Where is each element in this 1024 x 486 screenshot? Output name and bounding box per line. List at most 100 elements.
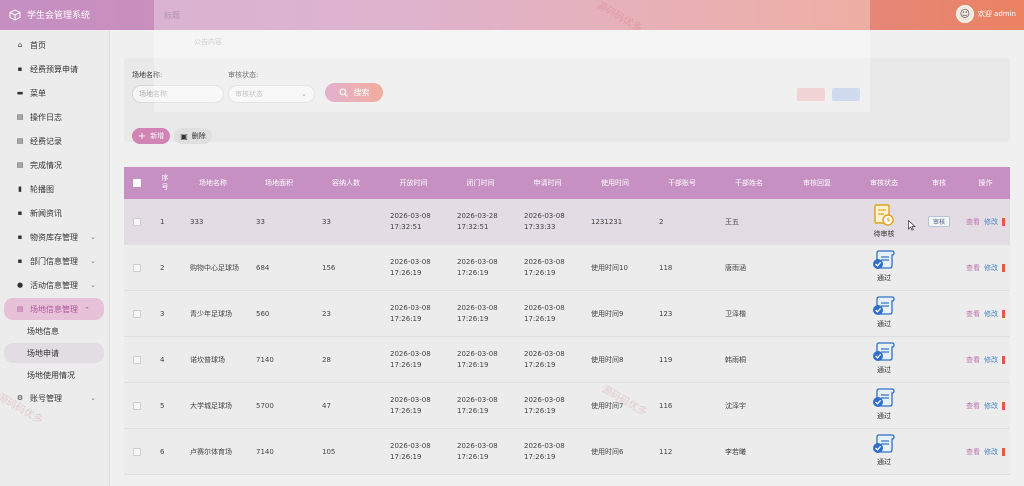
column-header: 审核 [917,167,961,199]
edit-link[interactable]: 修改 [984,447,998,458]
delete-link[interactable] [1002,264,1005,272]
complete-icon: ▤ [16,161,24,169]
view-link[interactable]: 查看 [966,263,980,274]
column-header: 申请时间 [514,167,581,199]
edit-link[interactable]: 修改 [984,217,998,228]
sidebar-item-6[interactable]: ▮ 轮播图 [0,178,110,200]
sidebar-item-7[interactable]: ▪ 新闻资讯 [0,202,110,224]
row-checkbox[interactable] [133,310,141,318]
delete-link[interactable] [1002,356,1005,364]
row-actions: 查看 修改 [966,291,1010,337]
row-checkbox[interactable] [133,402,141,410]
edit-link[interactable]: 修改 [984,401,998,412]
delete-button[interactable]: ▣ 删除 [174,128,212,144]
chevron-down-icon: ⌄ [90,257,96,265]
edit-link[interactable]: 修改 [984,263,998,274]
sidebar-item-1[interactable]: ▪ 经费预算申请 [0,58,110,80]
edit-link[interactable]: 修改 [984,309,998,320]
cell-area: 33 [256,217,265,226]
delete-link[interactable] [1002,310,1005,318]
checkbox-icon[interactable] [133,179,141,187]
cell-name: 青少年足球场 [190,309,232,318]
sidebar-subitem-1[interactable]: 场地申请 [4,343,104,363]
sidebar-item-label: 物资库存管理 [30,232,78,242]
sidebar-subitem-2[interactable]: 场地使用情况 [0,365,110,385]
edit-link[interactable]: 修改 [984,355,998,366]
approved-icon [873,342,895,361]
sidebar-item-4[interactable]: ▤ 经费记录 [0,130,110,152]
cell-apply: 2026-03-08 17:26:19 [524,396,565,415]
cube-icon [9,8,21,21]
delete-link[interactable] [1002,448,1005,456]
sidebar-item-label: 首页 [30,40,46,50]
audit-status: 通过 [864,433,904,467]
approved-icon [873,250,895,269]
approved-icon [873,296,895,315]
delete-link[interactable] [1002,218,1005,226]
column-header: 序号 [150,167,180,199]
delete-link[interactable] [1002,402,1005,410]
view-link[interactable]: 查看 [966,401,980,412]
cell-account: 2 [659,217,664,226]
status-label: 通过 [877,412,891,420]
sidebar-item-2[interactable]: ▬ 菜单 [0,82,110,104]
cell-open: 2026-03-08 17:26:19 [390,396,431,415]
table-row[interactable]: 2 购物中心足球场 684 156 2026-03-08 17:26:19 2026-03… [124,245,1010,291]
column-header-label: 使用时间 [601,178,629,187]
cell-account: 123 [659,309,673,318]
add-button[interactable]: + 新增 [132,128,170,144]
pending-audit-icon [874,204,894,226]
log-icon: ▤ [16,113,24,121]
overlay-cancel-button[interactable] [797,88,825,101]
cell-capacity: 47 [322,401,331,410]
row-checkbox[interactable] [133,218,141,226]
sidebar-item-label: 经费记录 [30,136,62,146]
view-link[interactable]: 查看 [966,217,980,228]
sidebar: ⌂ 首页 ▪ 经费预算申请 ▬ 菜单 ▤ 操作日志 ▤ 经费记录 ▤ 完成情况 ▮ 轮播图 ▪ 新闻资讯 ▪ 物资… [0,30,110,486]
audit-status: 待审核 [864,203,904,239]
overlay-confirm-button[interactable] [832,88,860,101]
sidebar-item-0[interactable]: ⌂ 首页 [0,34,110,56]
sidebar-item-9[interactable]: ▪ 部门信息管理 ⌄ [0,250,110,272]
table-row[interactable]: 6 卢赛尔体育场 7140 105 2026-03-08 17:26:19 2026-03… [124,429,1010,475]
user-menu[interactable]: ☺ 欢迎 admin [955,5,1016,23]
column-header-label: 开放时间 [399,178,428,187]
cell-reply [793,429,849,475]
notice-overlay: 标题 公告内容 [154,0,870,112]
table-row[interactable]: 4 诺坎普球场 7140 28 2026-03-08 17:26:19 2026-03-0… [124,337,1010,383]
home-icon: ⌂ [17,41,23,49]
table-row[interactable]: 5 大学城足球场 5700 47 2026-03-08 17:26:19 2026-03-… [124,383,1010,429]
cell-use: 使用时间9 [591,309,624,318]
table-row[interactable]: 3 青少年足球场 560 23 2026-03-08 17:26:19 2026-03-0… [124,291,1010,337]
sidebar-item-8[interactable]: ▪ 物资库存管理 ⌄ [0,226,110,248]
cell-cadre: 王五 [725,217,739,226]
cell-apply: 2026-03-08 17:26:19 [524,442,565,461]
row-checkbox[interactable] [133,448,141,456]
app-logo: 学生会管理系统 [9,8,90,21]
chevron-down-icon: ⌄ [90,394,96,402]
sidebar-item-11[interactable]: ▤ 场地信息管理 ⌄ [4,298,104,320]
cell-name: 大学城足球场 [190,401,232,410]
view-link[interactable]: 查看 [966,355,980,366]
avatar[interactable]: ☺ [955,5,974,23]
cell-apply: 2026-03-08 17:26:19 [524,350,565,369]
sidebar-subitem-0[interactable]: 场地信息 [0,321,110,341]
cell-no: 3 [160,309,165,318]
select-all-checkbox[interactable] [124,167,150,199]
cell-close: 2026-03-08 17:26:19 [457,350,498,369]
sidebar-item-5[interactable]: ▤ 完成情况 [0,154,110,176]
cell-open: 2026-03-08 17:26:19 [390,442,431,461]
audit-button[interactable]: 审核 [928,216,950,227]
venue-application-table: 序号 场地名称 场地面积 容纳人数 开放时间 闭门时间 申请时间 使用时间 干部账号 干部姓名 审核… [124,167,1010,486]
sidebar-item-10[interactable]: ● 活动信息管理 ⌄ [0,274,110,296]
cell-reply [793,337,849,383]
status-label: 待审核 [873,230,895,238]
sidebar-item-3[interactable]: ▤ 操作日志 [0,106,110,128]
row-checkbox[interactable] [133,264,141,272]
view-link[interactable]: 查看 [966,309,980,320]
row-checkbox[interactable] [133,356,141,364]
cell-open: 2026-03-08 17:26:19 [390,258,431,277]
view-link[interactable]: 查看 [966,447,980,458]
sidebar-item-label: 经费预算申请 [30,64,78,74]
table-row[interactable]: 1 333 33 33 2026-03-08 17:32:51 2026-03-28 17… [124,199,1010,245]
